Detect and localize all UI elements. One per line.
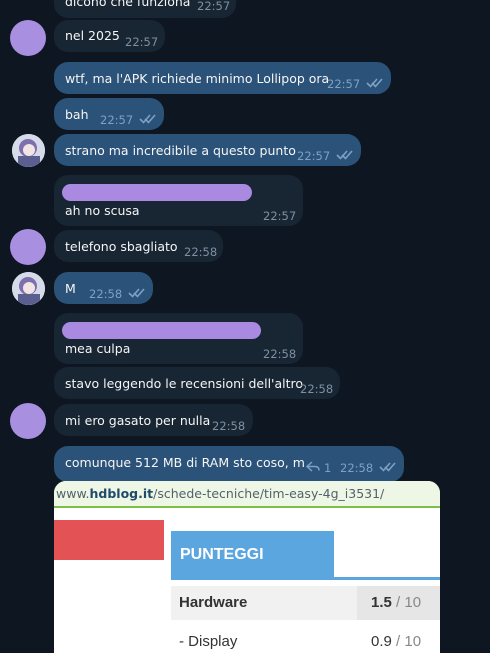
message-incoming[interactable]: mi ero gasato per nulla 22:58 [54,404,253,436]
message-incoming[interactable]: nel 2025 22:57 [54,20,165,52]
message-incoming[interactable]: ah no scusa 22:57 [54,175,303,226]
read-receipt-icon [379,461,397,472]
message-incoming[interactable]: stavo leggendo le recensioni dell'altro … [54,367,340,399]
message-time: 22:58 [263,347,297,361]
message-text: stavo leggendo le recensioni dell'altro [65,376,304,391]
message-time: 22:57 [125,35,159,49]
url-prefix: www. [56,486,90,501]
message-incoming[interactable]: telefono sbagliato 22:58 [54,230,223,262]
message-incoming[interactable]: mea culpa 22:58 [54,313,303,364]
message-time: 22:57 [100,113,134,127]
url-path: /schede-tecniche/tim-easy-4g_i3531/ [153,486,385,501]
message-text: wtf, ma l'APK richiede minimo Lollipop o… [65,71,330,86]
red-banner-shape [54,520,164,560]
url-bar: www.hdblog.it/schede-tecniche/tim-easy-4… [54,481,440,508]
reply-icon[interactable] [306,461,320,472]
user-avatar[interactable] [12,134,45,167]
message-time: 22:58 [212,419,246,433]
message-time: 22:58 [184,245,218,259]
message-text: strano ma incredibile a questo punto [65,143,296,158]
user-avatar[interactable] [12,272,45,305]
read-receipt-icon [336,149,354,160]
message-time: 22:57 [263,209,297,223]
score-row: - Display 0.9 / 10 [171,627,440,653]
message-text: dicono che funziona [65,0,191,9]
message-time: 22:58 [300,382,334,396]
divider [171,577,440,580]
user-avatar[interactable] [10,229,46,265]
message-text: nel 2025 [65,28,120,43]
red-banner-tip [150,520,164,560]
reply-quote[interactable] [62,184,252,201]
score-row: Hardware 1.5 / 10 [171,586,440,620]
message-outgoing[interactable]: strano ma incredibile a questo punto 22:… [54,134,361,166]
message-text: bah [65,107,89,122]
message-time: 22:58 [340,461,374,475]
message-time: 22:57 [197,0,231,13]
read-receipt-icon [128,287,146,298]
user-avatar[interactable] [10,20,46,56]
score-value: 1.5 / 10 [371,594,422,611]
read-receipt-icon [139,113,157,124]
url-domain: hdblog.it [89,486,154,501]
message-time: 22:58 [89,287,123,301]
read-receipt-icon [366,77,384,88]
message-text: mea culpa [65,341,131,356]
message-text: ah no scusa [65,203,140,218]
reply-count[interactable]: 1 [324,460,331,476]
message-outgoing[interactable]: bah 22:57 [54,98,164,130]
message-text: mi ero gasato per nulla [65,413,211,428]
reply-quote[interactable] [62,322,261,339]
section-title: PUNTEGGI [171,531,334,579]
message-outgoing[interactable]: M 22:58 [54,272,153,304]
message-text: telefono sbagliato [65,239,178,254]
user-avatar[interactable] [10,403,46,439]
message-outgoing[interactable]: wtf, ma l'APK richiede minimo Lollipop o… [54,62,391,94]
score-label: - Display [179,633,238,650]
link-preview-image[interactable]: www.hdblog.it/schede-tecniche/tim-easy-4… [54,481,440,653]
score-label: Hardware [179,594,248,611]
message-text: M [65,281,76,296]
message-time: 22:57 [327,77,361,91]
message-incoming[interactable]: dicono che funziona 22:57 [54,0,236,18]
message-text: comunque 512 MB di RAM sto coso, m [65,455,305,470]
message-outgoing[interactable]: comunque 512 MB di RAM sto coso, m 1 22:… [54,446,404,482]
score-value: 0.9 / 10 [371,633,422,650]
message-time: 22:57 [297,149,331,163]
